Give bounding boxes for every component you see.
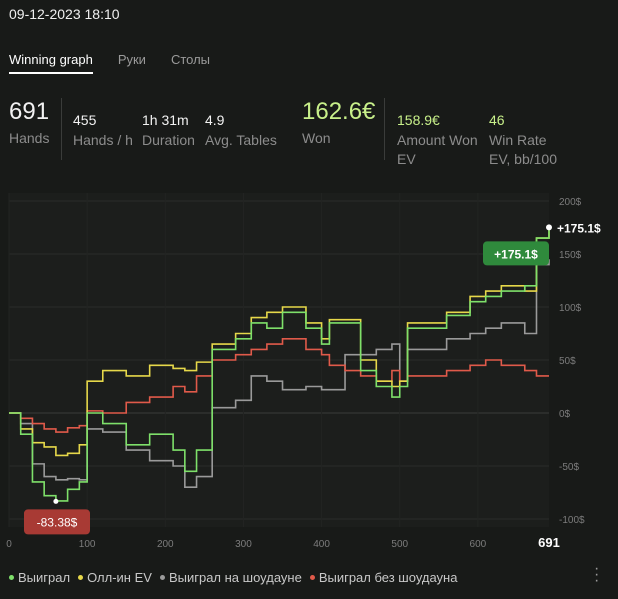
legend-item-showdown[interactable]: Выиграл на шоудауне	[159, 570, 302, 585]
divider	[61, 98, 62, 160]
min-marker	[53, 498, 59, 504]
legend-swatch	[309, 575, 315, 580]
stat-duration: 1h 31m Duration	[142, 112, 195, 150]
end-marker	[546, 224, 552, 231]
legend-swatch	[9, 575, 14, 580]
legend-item-won[interactable]: Выиграл	[9, 570, 70, 585]
tab-winning-graph[interactable]: Winning graph	[9, 52, 93, 74]
legend-item-allin-ev[interactable]: Олл-ин EV	[78, 570, 152, 585]
stat-amount-won-ev-label: Amount Won EV	[397, 132, 478, 167]
stat-win-rate-ev: 46 Win Rate EV, bb/100	[489, 112, 569, 169]
chart-legend: Выиграл Олл-ин EV Выиграл на шоудауне Вы…	[9, 570, 457, 585]
winning-graph-chart: 200$ 150$ 100$ 50$ 0$ -50$ -100$ 0 100 200 300 400 5…	[6, 193, 601, 550]
stat-hands-value: 691	[9, 98, 50, 125]
tab-hands[interactable]: Руки	[118, 52, 146, 74]
stat-hands-label: Hands	[9, 130, 50, 146]
stat-won-label: Won	[302, 130, 331, 146]
x-tick-label: 300	[235, 539, 252, 550]
more-vertical-icon[interactable]: · · ·	[594, 561, 599, 589]
stat-avg-tables: 4.9 Avg. Tables	[205, 112, 277, 150]
stat-duration-value: 1h 31m	[142, 112, 189, 128]
legend-label: Олл-ин EV	[87, 570, 152, 585]
stat-amount-won-ev: 158.9€ Amount Won EV	[397, 112, 479, 169]
legend-label: Выиграл	[18, 570, 71, 585]
tab-bar: Winning graph Руки Столы	[9, 52, 210, 74]
stats-panel: 691 Hands 455 Hands / h 1h 31m Duration …	[0, 98, 618, 168]
y-tick-label: 150$	[559, 250, 582, 261]
legend-label: Выиграл без шоудауна	[318, 570, 458, 585]
x-tick-label: 600	[470, 539, 487, 550]
stat-hands-per-hour-value: 455	[73, 112, 97, 128]
x-tick-label: 0	[6, 539, 12, 550]
x-tick-label: 400	[313, 539, 330, 550]
max-value-label: +175.1$	[494, 247, 538, 261]
y-tick-label: 200$	[559, 197, 582, 208]
y-tick-label: 100$	[559, 303, 582, 314]
tab-tables[interactable]: Столы	[171, 52, 210, 74]
legend-swatch	[78, 575, 84, 580]
stat-avg-tables-value: 4.9	[205, 112, 225, 128]
end-value-label: +175.1$	[557, 221, 601, 235]
stat-won-value: 162.6€	[302, 98, 376, 125]
min-value-label: -83.38$	[37, 515, 78, 529]
legend-item-non-showdown[interactable]: Выиграл без шоудауна	[309, 570, 458, 585]
x-max-label: 691	[538, 535, 560, 550]
session-datetime: 09-12-2023 18:10	[9, 6, 120, 22]
stat-win-rate-ev-value: 46	[489, 112, 505, 128]
legend-swatch	[159, 575, 165, 580]
y-tick-label: -100$	[559, 515, 585, 526]
y-tick-label: 0$	[559, 409, 571, 420]
stat-amount-won-ev-value: 158.9€	[397, 112, 440, 128]
stat-duration-label: Duration	[142, 132, 195, 148]
x-tick-label: 500	[391, 539, 408, 550]
stat-hands: 691 Hands	[9, 98, 49, 148]
y-tick-label: -50$	[559, 462, 579, 473]
stat-won: 162.6€ Won	[302, 98, 375, 148]
legend-label: Выиграл на шоудауне	[168, 570, 302, 585]
y-tick-label: 50$	[559, 356, 576, 367]
stat-hands-per-hour: 455 Hands / h	[73, 112, 133, 150]
stat-hands-per-hour-label: Hands / h	[73, 132, 133, 148]
stat-avg-tables-label: Avg. Tables	[205, 132, 277, 148]
x-tick-label: 100	[79, 539, 96, 550]
stat-win-rate-ev-label: Win Rate EV, bb/100	[489, 132, 557, 167]
x-tick-label: 200	[157, 539, 174, 550]
divider	[384, 98, 385, 160]
